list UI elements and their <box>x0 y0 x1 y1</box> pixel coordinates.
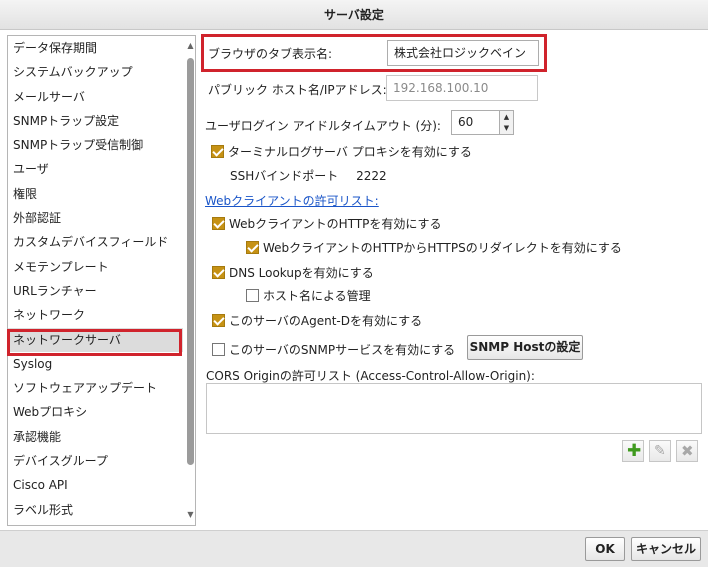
sidebar-item[interactable]: ネットワーク <box>8 303 183 327</box>
cancel-button[interactable]: キャンセル <box>631 537 701 561</box>
ok-button[interactable]: OK <box>585 537 625 561</box>
dns-lookup-checkbox[interactable] <box>212 266 225 279</box>
sidebar-item[interactable]: メールサーバ <box>8 85 183 109</box>
scrollbar-thumb[interactable] <box>187 58 194 465</box>
idle-timeout-label: ユーザログイン アイドルタイムアウト (分): <box>205 119 441 133</box>
terminal-proxy-option[interactable]: ターミナルログサーバ プロキシを有効にする <box>211 143 472 160</box>
plus-icon: ✚ <box>627 441 642 461</box>
hostname-manage-label: ホスト名による管理 <box>263 289 371 303</box>
ssh-port-label: SSHバインドポート <box>230 169 339 183</box>
dialog-title: サーバ設定 <box>0 0 708 30</box>
dns-lookup-label: DNS Lookupを有効にする <box>229 266 374 280</box>
sidebar-item[interactable]: 外部認証 <box>8 206 183 230</box>
terminal-proxy-label: ターミナルログサーバ プロキシを有効にする <box>228 145 472 159</box>
pencil-icon: ✎ <box>654 443 666 459</box>
tab-name-label: ブラウザのタブ表示名: <box>208 47 333 61</box>
sidebar-item[interactable]: システムバックアップ <box>8 60 183 84</box>
x-icon: ✖ <box>681 442 694 460</box>
stepper-down-icon[interactable]: ▼ <box>499 122 513 134</box>
dns-lookup-option[interactable]: DNS Lookupを有効にする <box>212 264 374 281</box>
hostname-manage-option[interactable]: ホスト名による管理 <box>246 287 371 304</box>
ssh-port-value: 2222 <box>356 169 387 183</box>
tab-name-input[interactable]: 株式会社ロジックベイン <box>387 40 539 66</box>
snmp-service-checkbox[interactable] <box>212 343 225 356</box>
scroll-up-icon[interactable]: ▲ <box>186 40 195 52</box>
http-enable-option[interactable]: WebクライアントのHTTPを有効にする <box>212 215 442 232</box>
cors-label: CORS Originの許可リスト (Access-Control-Allow-… <box>206 369 535 383</box>
agent-d-checkbox[interactable] <box>212 314 225 327</box>
public-host-label: パブリック ホスト名/IPアドレス: <box>208 83 387 97</box>
settings-category-list[interactable]: データ保存期間 システムバックアップ メールサーバ SNMPトラップ設定 SNMPトラッ… <box>7 35 196 526</box>
ssh-port-row: SSHバインドポート 2222 <box>230 167 387 184</box>
hostname-manage-checkbox[interactable] <box>246 289 259 302</box>
terminal-proxy-checkbox[interactable] <box>211 145 224 158</box>
sidebar-item[interactable]: Syslog <box>8 352 183 376</box>
delete-button[interactable]: ✖ <box>676 440 698 462</box>
sidebar-item[interactable]: データ保存期間 <box>8 36 183 60</box>
web-allow-list-link[interactable]: Webクライアントの許可リスト: <box>205 192 379 209</box>
public-host-input[interactable]: 192.168.100.10 <box>386 75 538 101</box>
agent-d-option[interactable]: このサーバのAgent-Dを有効にする <box>212 312 422 329</box>
dialog-footer: OK キャンセル <box>0 530 708 567</box>
http-enable-label: WebクライアントのHTTPを有効にする <box>229 217 442 231</box>
snmp-service-option[interactable]: このサーバのSNMPサービスを有効にする <box>212 341 455 358</box>
add-button[interactable]: ✚ <box>622 440 644 462</box>
category-items: データ保存期間 システムバックアップ メールサーバ SNMPトラップ設定 SNMPトラッ… <box>8 36 183 522</box>
http-enable-checkbox[interactable] <box>212 217 225 230</box>
list-scrollbar[interactable]: ▲ ▼ <box>185 36 195 525</box>
snmp-service-label: このサーバのSNMPサービスを有効にする <box>229 343 456 357</box>
sidebar-item[interactable]: ソフトウェアアップデート <box>8 376 183 400</box>
http-redirect-label: WebクライアントのHTTPからHTTPSのリダイレクトを有効にする <box>263 241 622 255</box>
sidebar-item[interactable]: ラベル形式 <box>8 498 183 522</box>
sidebar-item[interactable]: 承認機能 <box>8 425 183 449</box>
network-server-form: ブラウザのタブ表示名: 株式会社ロジックベイン パブリック ホスト名/IPアドレ… <box>200 30 708 530</box>
dialog-content: データ保存期間 システムバックアップ メールサーバ SNMPトラップ設定 SNMPトラッ… <box>0 30 708 530</box>
idle-timeout-value: 60 <box>458 115 474 129</box>
sidebar-item[interactable]: デバイスグループ <box>8 449 183 473</box>
http-redirect-checkbox[interactable] <box>246 241 259 254</box>
edit-button[interactable]: ✎ <box>649 440 671 462</box>
scroll-down-icon[interactable]: ▼ <box>186 509 195 521</box>
sidebar-item[interactable]: 権限 <box>8 182 183 206</box>
agent-d-label: このサーバのAgent-Dを有効にする <box>229 314 423 328</box>
http-redirect-option[interactable]: WebクライアントのHTTPからHTTPSのリダイレクトを有効にする <box>246 239 622 256</box>
sidebar-item[interactable]: カスタムデバイスフィールド <box>8 230 183 254</box>
sidebar-item[interactable]: ユーザ <box>8 157 183 181</box>
sidebar-item[interactable]: URLランチャー <box>8 279 183 303</box>
sidebar-item[interactable]: メモテンプレート <box>8 255 183 279</box>
sidebar-item[interactable]: SNMPトラップ設定 <box>8 109 183 133</box>
sidebar-item[interactable]: Cisco API <box>8 473 183 497</box>
snmp-host-settings-button[interactable]: SNMP Hostの設定 <box>467 335 583 360</box>
idle-timeout-stepper[interactable]: 60 ▲ ▼ <box>451 110 514 135</box>
sidebar-item[interactable]: Webプロキシ <box>8 400 183 424</box>
sidebar-item[interactable]: ネットワークサーバ <box>8 327 183 352</box>
sidebar-item[interactable]: SNMPトラップ受信制御 <box>8 133 183 157</box>
cors-origin-list[interactable] <box>206 383 702 434</box>
